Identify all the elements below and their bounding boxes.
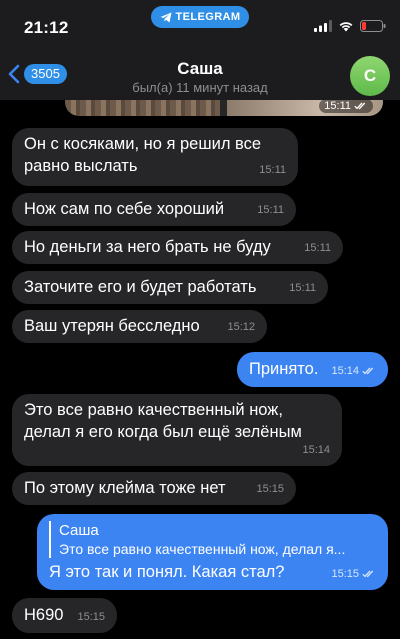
message-text: Но деньги за него брать не буду [24, 238, 271, 256]
message-time: 15:11 [304, 242, 331, 254]
double-check-icon [362, 367, 374, 375]
photo-thumbnail [65, 100, 220, 116]
reply-author: Саша [59, 522, 99, 539]
incoming-message[interactable]: Он с косяками, но я решил все равно высл… [12, 128, 298, 186]
status-time: 21:12 [24, 18, 69, 37]
message-text: Ваш утерян бесследно [24, 317, 200, 335]
message-text: По этому клейма тоже нет [24, 479, 226, 497]
message-text: равно выслать [24, 157, 138, 175]
message-time: 15:14 [302, 444, 330, 456]
wifi-icon [339, 22, 353, 32]
outgoing-message[interactable]: Саша Это все равно качественный нож, дел… [37, 514, 388, 590]
incoming-message[interactable]: Это все равно качественный нож, делал я … [12, 394, 342, 466]
message-time: 15:15 [331, 563, 376, 585]
last-seen-status: был(а) 11 минут назад [132, 80, 268, 95]
double-check-icon [362, 570, 374, 578]
message-time: 15:15 [256, 483, 284, 495]
message-text: Нож сам по себе хороший [24, 200, 225, 218]
message-time: 15:14 [331, 360, 376, 382]
outgoing-message[interactable]: Принято. 15:14 [237, 352, 388, 387]
incoming-message[interactable]: Но деньги за него брать не буду 15:11 [12, 231, 343, 264]
incoming-message[interactable]: Нож сам по себе хороший 15:11 [12, 193, 296, 226]
message-text: делал я его когда был ещё зелёным [24, 423, 302, 441]
telegram-return-pill[interactable]: TELEGRAM [151, 6, 249, 28]
battery-icon [360, 20, 386, 32]
status-icons [314, 20, 386, 32]
message-time: 15:11 [319, 100, 373, 113]
message-text: Это все равно качественный нож, [24, 401, 283, 419]
double-check-icon [354, 102, 366, 110]
signal-icon [314, 20, 332, 32]
reply-text: Это все равно качественный нож, делал я.… [59, 541, 346, 557]
avatar[interactable]: С [350, 56, 390, 96]
photo-message[interactable]: 15:11 [65, 100, 383, 116]
incoming-message[interactable]: Заточите его и будет работать 15:11 [12, 271, 328, 304]
message-list[interactable]: 15:11 Он с косяками, но я решил все равн… [0, 100, 400, 639]
status-bar: 21:12 TELEGRAM [0, 0, 400, 52]
incoming-message[interactable]: Н690 15:15 [12, 598, 117, 633]
message-text: Заточите его и будет работать [24, 278, 257, 296]
message-time: 15:11 [259, 164, 286, 176]
message-time: 15:11 [289, 282, 316, 294]
message-time: 15:11 [257, 204, 284, 216]
message-time: 15:15 [77, 611, 105, 623]
message-time: 15:12 [227, 321, 255, 333]
chat-header: 3505 Саша был(а) 11 минут назад С [0, 52, 400, 100]
reply-quote[interactable]: Саша Это все равно качественный нож, дел… [49, 521, 376, 558]
message-text: Он с косяками, но я решил все [24, 135, 262, 153]
telegram-pill-label: TELEGRAM [175, 11, 241, 23]
incoming-message[interactable]: По этому клейма тоже нет 15:15 [12, 472, 296, 505]
message-text: Я это так и понял. Какая стал? [49, 563, 285, 581]
telegram-plane-icon [160, 12, 172, 22]
chat-title[interactable]: Саша [0, 59, 400, 79]
incoming-message[interactable]: Ваш утерян бесследно 15:12 [12, 310, 267, 343]
